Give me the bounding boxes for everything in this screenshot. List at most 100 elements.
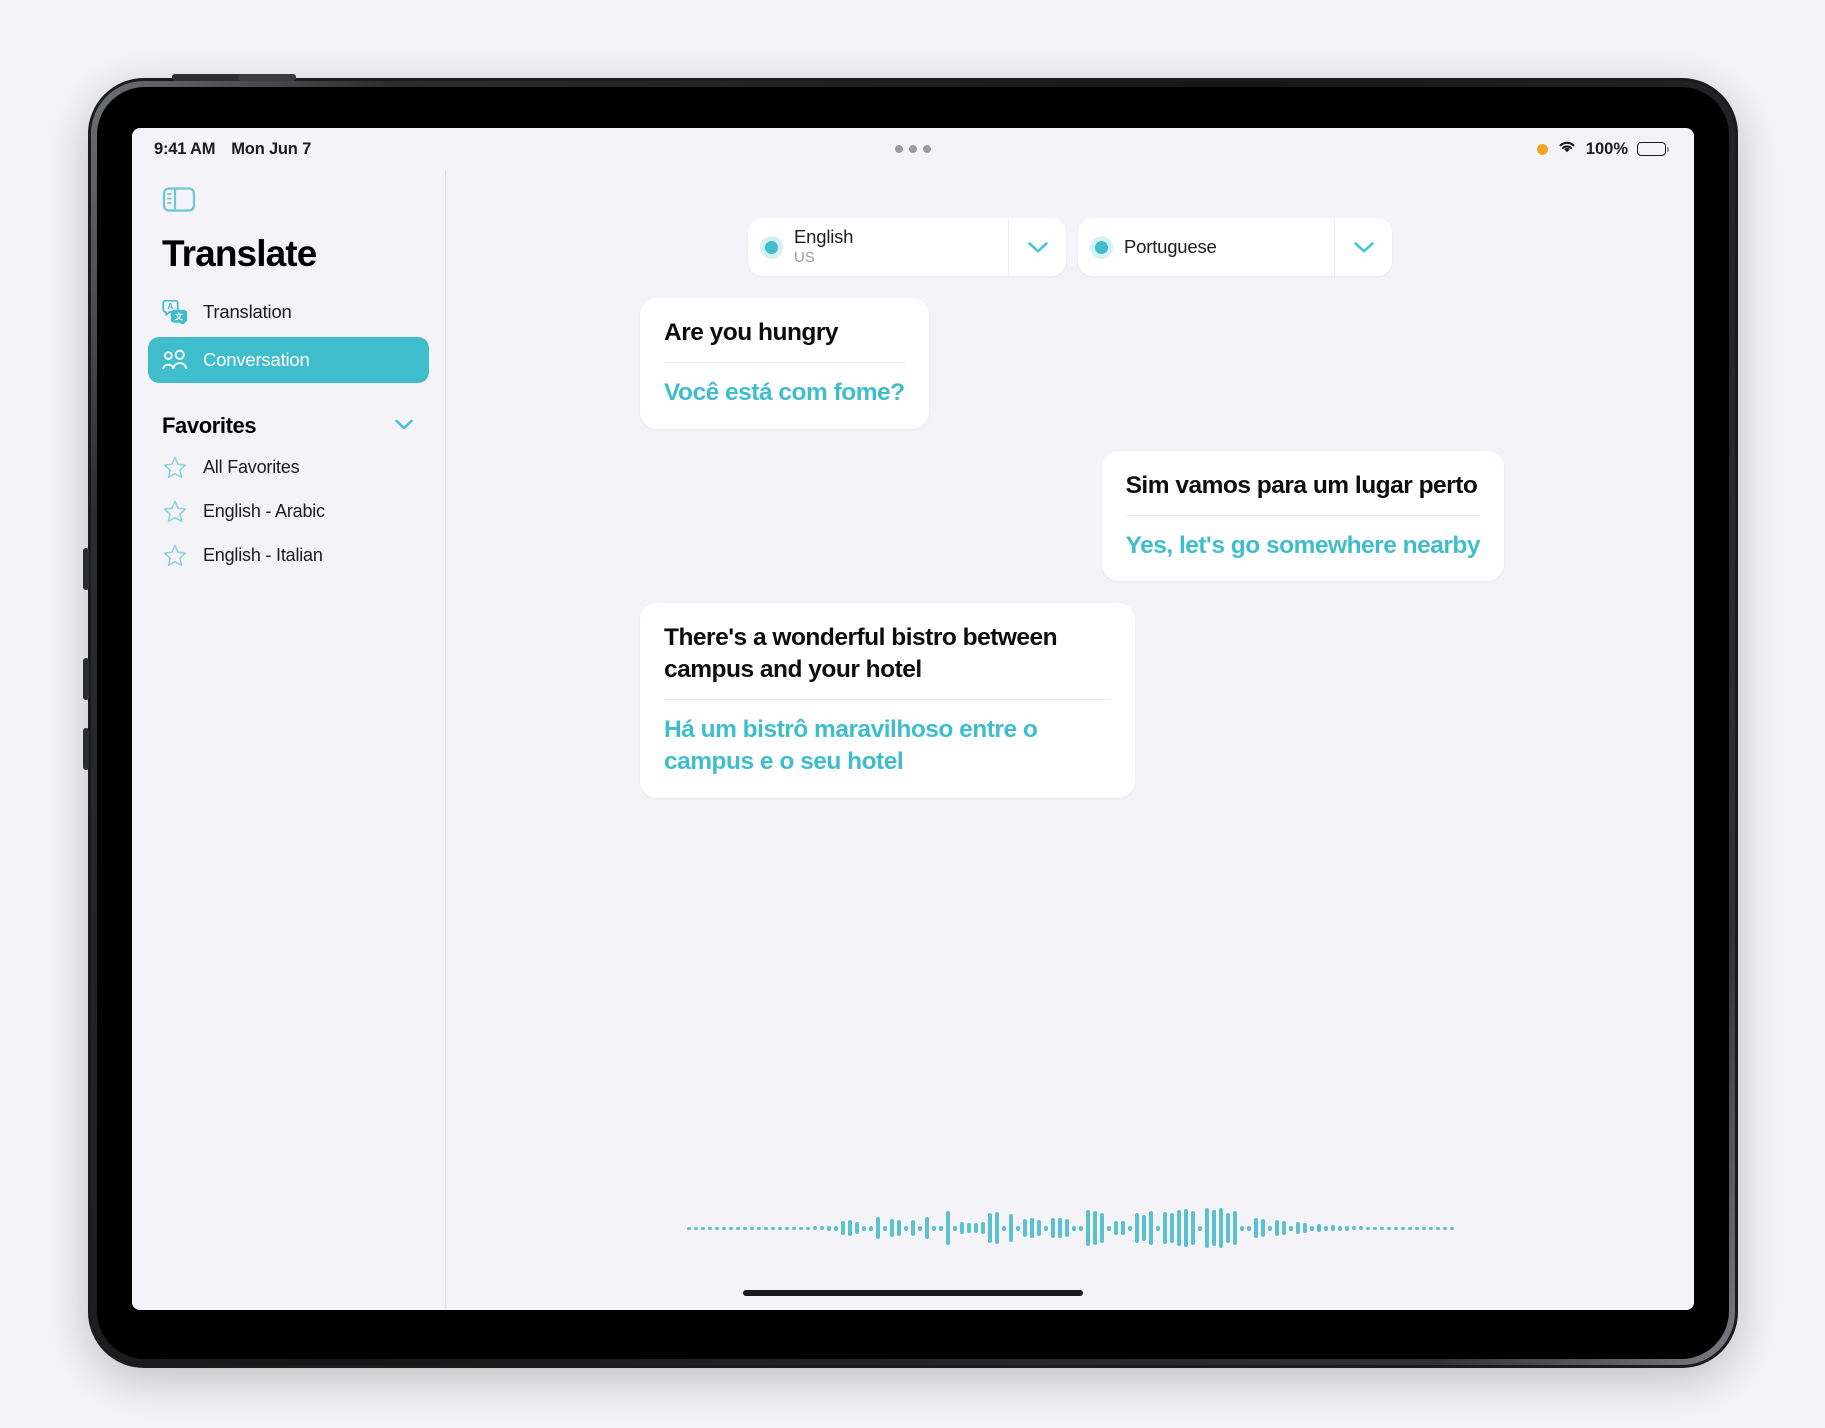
handle-dot	[909, 145, 917, 153]
waveform-bar	[1162, 1212, 1167, 1244]
waveform-bar	[1113, 1221, 1118, 1235]
waveform-bar	[1253, 1218, 1258, 1238]
chevron-down-icon[interactable]	[393, 417, 415, 436]
waveform-bar	[945, 1211, 950, 1245]
active-dot-icon	[1094, 240, 1108, 254]
waveform-bar	[693, 1226, 698, 1230]
source-language-chevron-down-icon[interactable]	[1008, 218, 1066, 276]
waveform-bar	[861, 1225, 866, 1231]
favorite-label: All Favorites	[203, 456, 300, 477]
status-date: Mon Jun 7	[231, 139, 312, 158]
message-row: There's a wonderful bistro between campu…	[446, 603, 1694, 798]
side-button-1[interactable]	[83, 548, 89, 590]
waveform-bar	[959, 1222, 964, 1234]
waveform-bar	[973, 1223, 978, 1233]
conversation-transcript: Are you hungry Você está com fome? Sim v…	[446, 276, 1694, 1190]
ipad-screen: 9:41 AM Mon Jun 7 100% Translate A 文 Tra…	[132, 128, 1694, 1310]
waveform-bar	[1400, 1226, 1405, 1230]
waveform-bar	[686, 1226, 691, 1230]
waveform-bar	[868, 1225, 873, 1231]
waveform-bar	[742, 1226, 747, 1230]
waveform-bar	[756, 1226, 761, 1230]
page-title: Translate	[162, 233, 317, 274]
waveform-bar	[1449, 1226, 1454, 1230]
waveform-bar	[791, 1226, 796, 1230]
sidebar-favorite-english-arabic[interactable]: English - Arabic	[148, 489, 429, 533]
waveform-bar	[924, 1217, 929, 1239]
svg-text:文: 文	[175, 311, 184, 321]
conversation-people-icon	[162, 347, 188, 373]
message-target-text: Yes, let's go somewhere nearby	[1125, 531, 1481, 559]
waveform-bar	[987, 1213, 992, 1243]
waveform-bar	[1134, 1213, 1139, 1243]
sidebar-favorite-all[interactable]: All Favorites	[148, 445, 429, 489]
waveform-bar	[931, 1225, 936, 1231]
page-backdrop: 9:41 AM Mon Jun 7 100% Translate A 文 Tra…	[0, 0, 1825, 1428]
message-source-text: Are you hungry	[664, 317, 905, 363]
waveform-bar	[1414, 1226, 1419, 1230]
waveform-bar	[1407, 1226, 1412, 1230]
waveform-bar	[1183, 1209, 1188, 1247]
waveform-bar	[798, 1226, 803, 1230]
waveform-bar	[1064, 1219, 1069, 1237]
waveform-bar	[1351, 1226, 1356, 1230]
handle-dot	[923, 145, 931, 153]
target-language-chevron-down-icon[interactable]	[1334, 218, 1392, 276]
waveform-bar	[721, 1226, 726, 1230]
waveform-bar	[1330, 1225, 1335, 1231]
handle-dot	[895, 145, 903, 153]
waveform-bar	[1316, 1224, 1321, 1232]
waveform-bar	[854, 1222, 859, 1234]
star-icon	[162, 454, 188, 480]
waveform-bar	[833, 1225, 838, 1231]
home-indicator[interactable]	[743, 1290, 1083, 1296]
source-language-selector[interactable]: English US	[748, 218, 1066, 276]
favorites-section-header[interactable]: Favorites	[148, 413, 429, 439]
target-language-text: Portuguese	[1124, 236, 1334, 258]
waveform-bar	[1169, 1213, 1174, 1243]
status-right-group: 100%	[1536, 139, 1670, 159]
waveform-bar	[1001, 1225, 1006, 1231]
sidebar-item-label: Conversation	[203, 349, 310, 370]
side-button-3[interactable]	[83, 728, 89, 770]
waveform-bar	[1225, 1213, 1230, 1243]
message-source-text: There's a wonderful bistro between campu…	[664, 622, 1111, 701]
waveform-bar	[1190, 1211, 1195, 1245]
waveform-bar	[1036, 1220, 1041, 1236]
waveform-bar	[1106, 1225, 1111, 1231]
side-button-2[interactable]	[83, 658, 89, 700]
main-pane: English US Portuguese Are you hungry Voc…	[446, 170, 1694, 1310]
sidebar-toggle-icon[interactable]	[162, 185, 196, 213]
waveform-bar	[882, 1225, 887, 1231]
waveform-bar	[1127, 1225, 1132, 1231]
waveform-bar	[1365, 1226, 1370, 1230]
multitasking-handle[interactable]	[895, 145, 931, 153]
waveform-bar	[1281, 1221, 1286, 1235]
waveform-bar	[1204, 1208, 1209, 1248]
waveform-bar	[1008, 1214, 1013, 1242]
waveform-bar	[1309, 1225, 1314, 1231]
waveform-bar	[1092, 1211, 1097, 1245]
target-language-selector[interactable]: Portuguese	[1078, 218, 1392, 276]
waveform-bar	[1148, 1211, 1153, 1245]
waveform-bar	[735, 1226, 740, 1230]
message-bubble[interactable]: Are you hungry Você está com fome?	[640, 298, 929, 429]
waveform-bar	[847, 1220, 852, 1236]
message-bubble[interactable]: Sim vamos para um lugar perto Yes, let's…	[1101, 450, 1504, 582]
sidebar-item-translation[interactable]: A 文 Translation	[148, 289, 429, 335]
source-language-region: US	[794, 248, 815, 266]
waveform-bar	[1274, 1220, 1279, 1236]
waveform-bar	[875, 1217, 880, 1239]
sidebar-favorite-english-italian[interactable]: English - Italian	[148, 533, 429, 577]
waveform-bar	[1078, 1225, 1083, 1231]
waveform-bar	[700, 1226, 705, 1230]
sidebar-item-conversation[interactable]: Conversation	[148, 337, 429, 383]
waveform-bar	[1239, 1225, 1244, 1231]
message-row: Are you hungry Você está com fome?	[446, 298, 1694, 429]
waveform-bar	[784, 1226, 789, 1230]
waveform-bar	[707, 1226, 712, 1230]
waveform-bar	[1099, 1213, 1104, 1243]
message-bubble[interactable]: There's a wonderful bistro between campu…	[640, 603, 1135, 798]
waveform-bar	[910, 1220, 915, 1236]
power-button[interactable]	[238, 74, 296, 81]
